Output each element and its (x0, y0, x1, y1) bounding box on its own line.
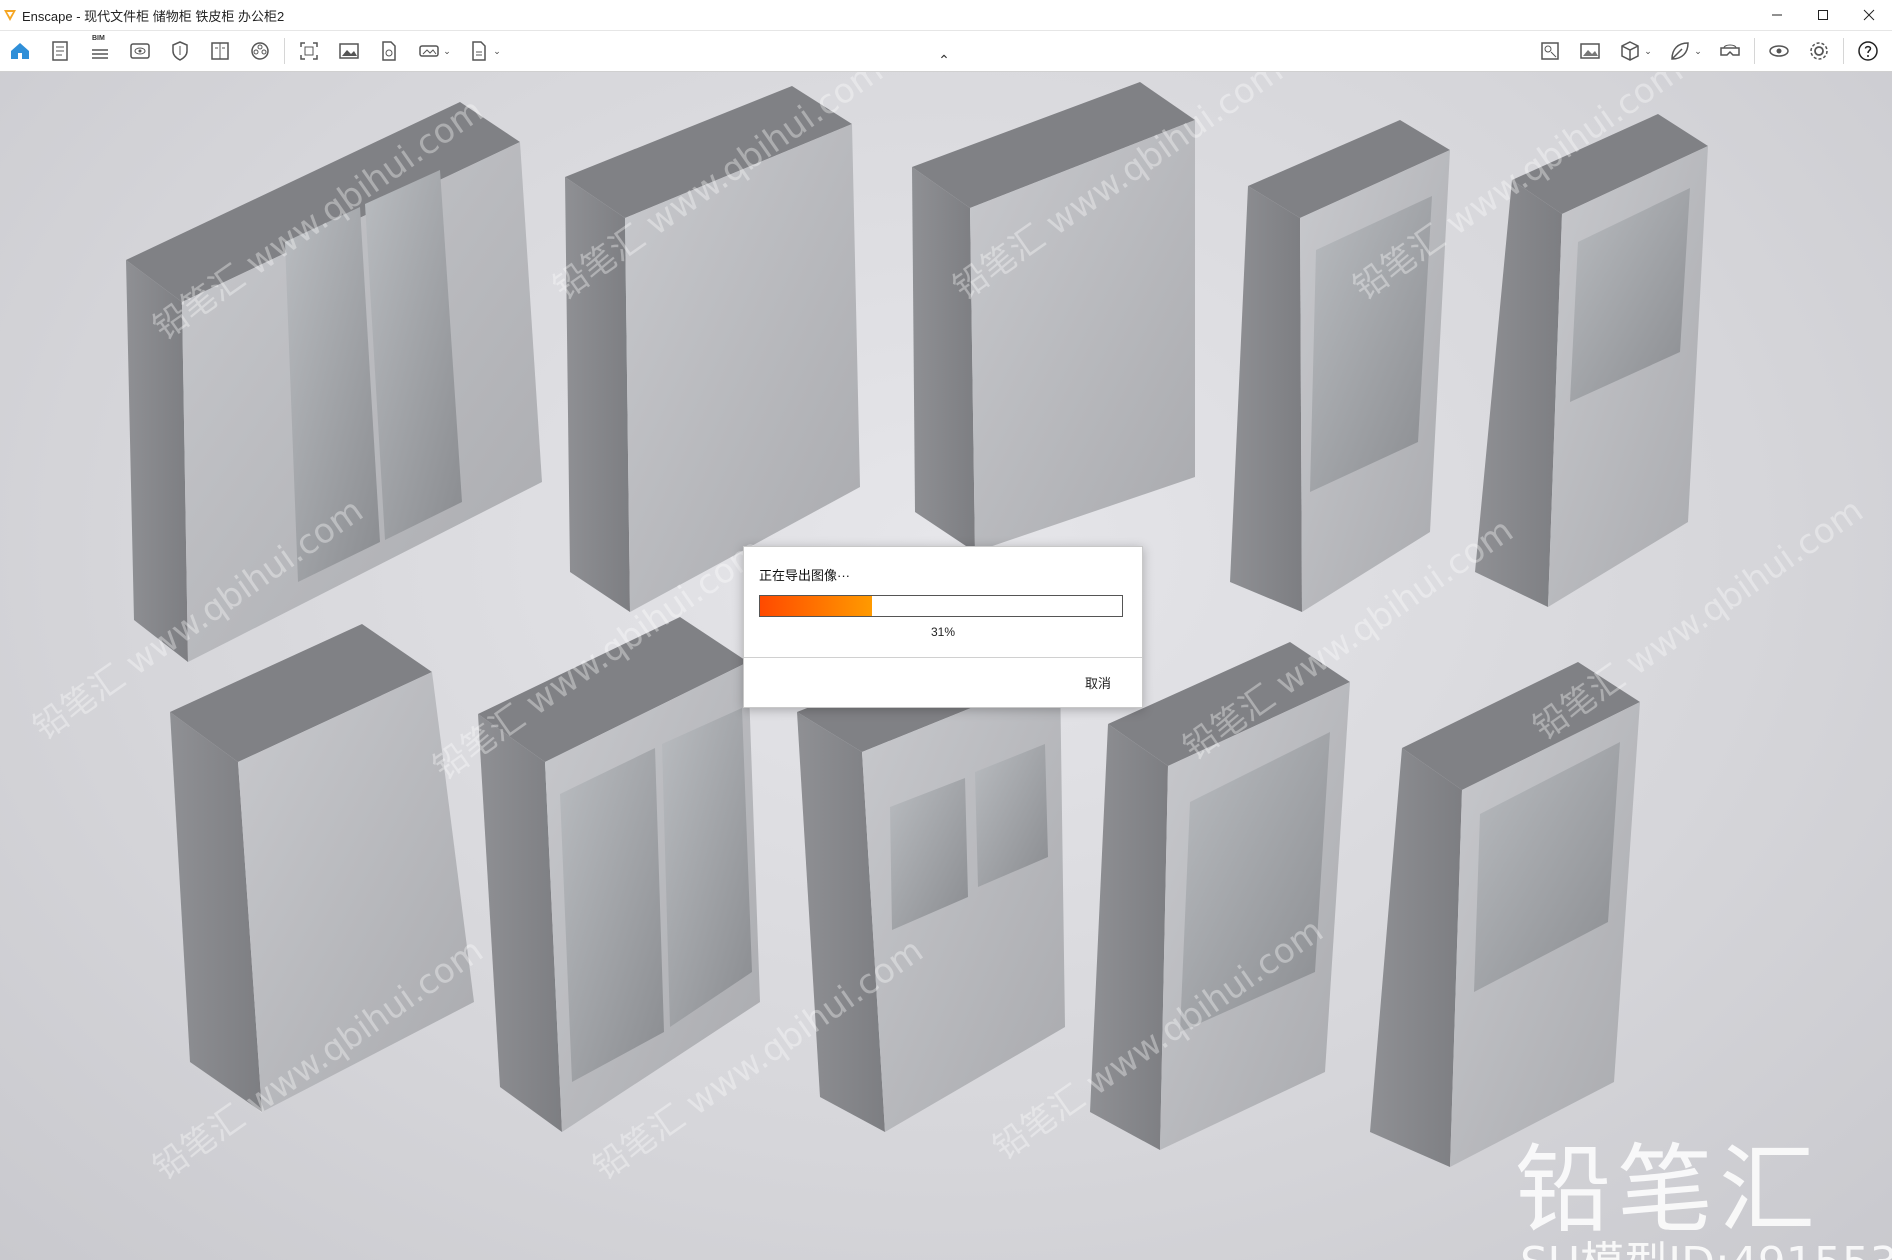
close-icon (1863, 9, 1875, 21)
eye-box-icon (130, 43, 150, 59)
maximize-icon (1818, 10, 1828, 20)
views-button[interactable] (120, 31, 160, 71)
chevron-down-icon: ⌄ (493, 45, 501, 56)
vr-headset-icon (1720, 44, 1740, 56)
progress-label: 31% (930, 625, 956, 639)
help-icon (1858, 41, 1878, 61)
cancel-button[interactable]: 取消 (1070, 669, 1126, 695)
home-icon (11, 43, 29, 59)
book-icon (211, 42, 229, 60)
settings-button[interactable] (1799, 31, 1839, 71)
settings-icon (1810, 42, 1828, 60)
cabinet-top-3 (912, 82, 1195, 552)
watermark-model-id: SU模型ID:491553 (1520, 1227, 1892, 1260)
visual-settings-button[interactable] (1759, 31, 1799, 71)
cube-icon (1621, 41, 1639, 61)
toolbar-separator (1754, 38, 1755, 64)
cabinet-bottom-5 (1370, 662, 1640, 1167)
shield-button[interactable] (160, 31, 200, 71)
leaf-button[interactable]: ⌄ (1660, 31, 1710, 71)
chevron-up-icon[interactable]: ⌃ (934, 52, 954, 68)
chevron-down-icon: ⌄ (1644, 45, 1652, 56)
shield-icon (172, 41, 188, 61)
title-bar: Enscape - 现代文件柜 储物柜 铁皮柜 办公柜2 (0, 0, 1892, 31)
vr-button[interactable] (1710, 31, 1750, 71)
cabinet-bottom-4 (1090, 642, 1350, 1150)
home-button[interactable] (0, 31, 40, 71)
enscape-logo-icon (4, 10, 16, 21)
minimize-icon (1772, 14, 1782, 16)
help-button[interactable] (1848, 31, 1888, 71)
export-progress-dialog: 正在导出图像··· 31% 取消 (743, 546, 1143, 708)
document-icon (52, 41, 68, 61)
leaf-icon (1671, 42, 1689, 60)
exe-export-icon (472, 41, 486, 61)
cabinet-bottom-1 (170, 624, 474, 1112)
chevron-down-icon: ⌄ (443, 45, 451, 56)
progress-bar (759, 595, 1123, 617)
visual-settings-icon (1769, 45, 1789, 57)
screenshot-button[interactable] (289, 31, 329, 71)
film-reel-icon (251, 42, 269, 60)
dialog-title: 正在导出图像··· (759, 568, 850, 583)
dialog-divider (744, 657, 1142, 658)
material-editor-button[interactable] (1530, 31, 1570, 71)
toolbar-separator (284, 38, 285, 64)
book-button[interactable] (200, 31, 240, 71)
exe-export-button[interactable]: ⌄ (459, 31, 509, 71)
close-button[interactable] (1846, 0, 1892, 30)
bim-button[interactable]: BIM (80, 31, 120, 71)
crop-screenshot-icon (300, 42, 318, 60)
maximize-button[interactable] (1800, 0, 1846, 30)
file-export-button[interactable] (369, 31, 409, 71)
film-button[interactable] (240, 31, 280, 71)
image-export-icon (339, 43, 359, 59)
cabinet-bottom-3 (797, 634, 1065, 1132)
panorama-button[interactable]: ⌄ (409, 31, 459, 71)
cabinet-top-4 (1230, 120, 1450, 612)
bim-icon (92, 49, 108, 59)
cabinet-bottom-2 (478, 617, 760, 1132)
cube-button[interactable]: ⌄ (1610, 31, 1660, 71)
cabinet-top-1 (126, 102, 542, 662)
material-editor-icon (1541, 42, 1559, 60)
cabinet-top-2 (565, 86, 860, 612)
window-title: Enscape - 现代文件柜 储物柜 铁皮柜 办公柜2 (22, 8, 285, 24)
chevron-down-icon: ⌄ (1694, 45, 1702, 56)
cabinet-top-5 (1475, 114, 1708, 607)
image-library-icon (1580, 43, 1600, 59)
image-library-button[interactable] (1570, 31, 1610, 71)
toolbar-separator (1843, 38, 1844, 64)
progress-fill (760, 596, 873, 616)
minimize-button[interactable] (1754, 0, 1800, 30)
image-export-button[interactable] (329, 31, 369, 71)
panorama-360-icon (419, 45, 439, 57)
file-export-icon (382, 41, 396, 61)
bim-label: BIM (92, 35, 105, 42)
document-button[interactable] (40, 31, 80, 71)
